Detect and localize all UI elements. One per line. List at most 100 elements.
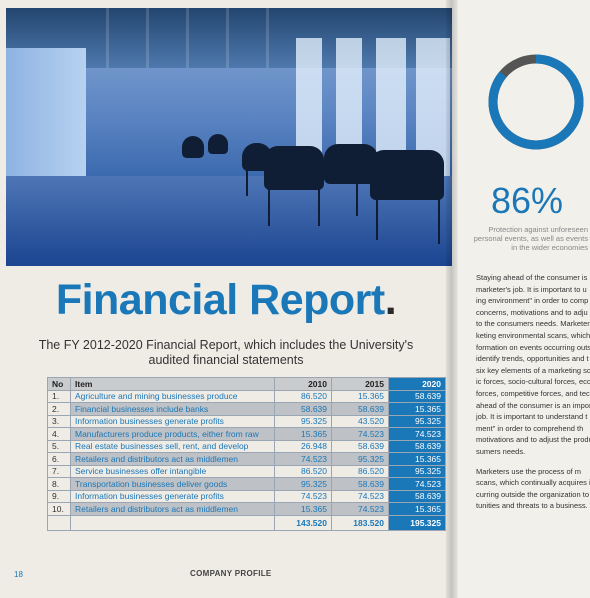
- row-2010: 26.948: [274, 439, 332, 453]
- body-line: marketer's job. It is important to u: [476, 284, 587, 294]
- report-subtitle: The FY 2012-2020 Financial Report, which…: [38, 338, 414, 367]
- header-2020: 2020: [388, 377, 446, 391]
- row-item: Financial businesses include banks: [70, 402, 275, 416]
- row-item: Information businesses generate profits: [70, 489, 275, 503]
- body-paragraph-1: Staying ahead of the consumer is marketer…: [476, 272, 590, 458]
- row-2015: 58.639: [331, 402, 389, 416]
- caption-line: in the wider economies: [511, 243, 588, 252]
- body-line: curring outside the organization to: [476, 489, 589, 499]
- body-line: sumers needs.: [476, 446, 526, 456]
- row-2010: 15.365: [274, 427, 332, 441]
- total-2010: 143.520: [274, 514, 332, 531]
- table-row: 7. Service businesses offer intangible 8…: [47, 464, 446, 478]
- row-2015: 74.523: [331, 427, 389, 441]
- row-2010: 95.325: [274, 477, 332, 491]
- left-page: Financial Report. The FY 2012-2020 Finan…: [0, 0, 452, 598]
- row-number: 4.: [47, 427, 71, 441]
- header-item: Item: [70, 377, 275, 391]
- row-number: 5.: [47, 439, 71, 453]
- financial-table: No Item 2010 2015 2020 1. Agriculture an…: [47, 377, 446, 531]
- row-2010: 15.365: [274, 502, 332, 516]
- row-2010: 86.520: [274, 389, 332, 403]
- row-item: Service businesses offer intangible: [70, 464, 275, 478]
- body-line: tunities and threats to a business. T: [476, 501, 590, 511]
- row-item: Agriculture and mining businesses produc…: [70, 389, 275, 403]
- report-title-text: Financial Report: [55, 276, 385, 324]
- row-2010: 95.325: [274, 414, 332, 428]
- row-number: 9.: [47, 489, 71, 503]
- table-total-row: 143.520 183.520 195.325: [47, 514, 446, 531]
- body-line: formation on events occurring outs: [476, 342, 590, 352]
- row-2010: 74.523: [274, 452, 332, 466]
- body-line: concerns, motivations and to adju: [476, 307, 588, 317]
- header-2015: 2015: [331, 377, 389, 391]
- donut-caption: Protection against unforeseen personal e…: [458, 225, 588, 252]
- row-number: 3.: [47, 414, 71, 428]
- table-row: 5. Real estate businesses sell, rent, an…: [47, 439, 446, 453]
- row-2015: 58.639: [331, 439, 389, 453]
- total-2015: 183.520: [331, 514, 389, 531]
- row-2020: 95.325: [388, 464, 446, 478]
- percent-label: 86%: [491, 180, 564, 221]
- row-item: Real estate businesses sell, rent, and d…: [70, 439, 275, 453]
- caption-line: personal events, as well as events: [473, 234, 588, 243]
- body-line: ic forces, socio-cultural forces, eco: [476, 377, 590, 387]
- body-line: identify trends, opportunities and t: [476, 354, 589, 364]
- body-line: ahead of the consumer is an impor: [476, 400, 590, 410]
- row-2015: 95.325: [331, 452, 389, 466]
- row-2020: 15.365: [388, 402, 446, 416]
- body-line: job. It is important to understand t: [476, 412, 588, 422]
- body-text: Staying ahead of the consumer is marketer…: [476, 272, 590, 520]
- table-row: 8. Transportation businesses deliver goo…: [47, 477, 446, 491]
- body-line: six key elements of a marketing sc: [476, 365, 590, 375]
- row-item: Retailers and distributors act as middle…: [70, 502, 275, 516]
- caption-line: Protection against unforeseen: [488, 225, 588, 234]
- table-row: 6. Retailers and distributors act as mid…: [47, 452, 446, 466]
- row-item: Manufacturers produce products, either f…: [70, 427, 275, 441]
- body-line: ing environment" in order to comp: [476, 296, 589, 306]
- table-row: 10. Retailers and distributors act as mi…: [47, 502, 446, 516]
- total-blank: [47, 514, 71, 531]
- body-line: scans, which continually acquires in: [476, 478, 590, 488]
- row-2020: 15.365: [388, 452, 446, 466]
- table-row: 3. Information businesses generate profi…: [47, 414, 446, 428]
- total-2020: 195.325: [388, 514, 446, 531]
- body-line: ment" in order to comprehend th: [476, 423, 584, 433]
- table-row: 9. Information businesses generate profi…: [47, 489, 446, 503]
- row-number: 2.: [47, 402, 71, 416]
- row-2015: 74.523: [331, 489, 389, 503]
- row-number: 6.: [47, 452, 71, 466]
- row-2015: 74.523: [331, 502, 389, 516]
- book-spine: [446, 0, 458, 598]
- table-header-row: No Item 2010 2015 2020: [47, 377, 446, 391]
- row-2020: 74.523: [388, 427, 446, 441]
- body-line: keting environmental scans, which: [476, 330, 590, 340]
- table-row: 4. Manufacturers produce products, eithe…: [47, 427, 446, 441]
- row-2010: 86.520: [274, 464, 332, 478]
- row-item: Retailers and distributors act as middle…: [70, 452, 275, 466]
- report-title: Financial Report.: [0, 276, 452, 325]
- row-2015: 86.520: [331, 464, 389, 478]
- body-line: to the consumers needs. Marketers: [476, 319, 590, 329]
- body-line: forces, competitive forces, and tech: [476, 388, 590, 398]
- row-item: Information businesses generate profits: [70, 414, 275, 428]
- table-row: 1. Agriculture and mining businesses pro…: [47, 389, 446, 403]
- row-number: 1.: [47, 389, 71, 403]
- row-2020: 58.639: [388, 439, 446, 453]
- footer-label: COMPANY PROFILE: [190, 569, 272, 578]
- row-2020: 58.639: [388, 489, 446, 503]
- table-row: 2. Financial businesses include banks 58…: [47, 402, 446, 416]
- donut-chart: [488, 54, 584, 150]
- body-paragraph-2: Marketers use the process of m scans, whi…: [476, 466, 590, 512]
- row-2020: 74.523: [388, 477, 446, 491]
- body-line: Staying ahead of the consumer is: [476, 273, 588, 282]
- row-2010: 58.639: [274, 402, 332, 416]
- row-2015: 58.639: [331, 477, 389, 491]
- row-item: Transportation businesses deliver goods: [70, 477, 275, 491]
- row-number: 8.: [47, 477, 71, 491]
- row-number: 10.: [47, 502, 71, 516]
- body-line: motivations and to adjust the produ: [476, 435, 590, 445]
- header-2010: 2010: [274, 377, 332, 391]
- office-photo: [6, 8, 452, 266]
- row-2015: 15.365: [331, 389, 389, 403]
